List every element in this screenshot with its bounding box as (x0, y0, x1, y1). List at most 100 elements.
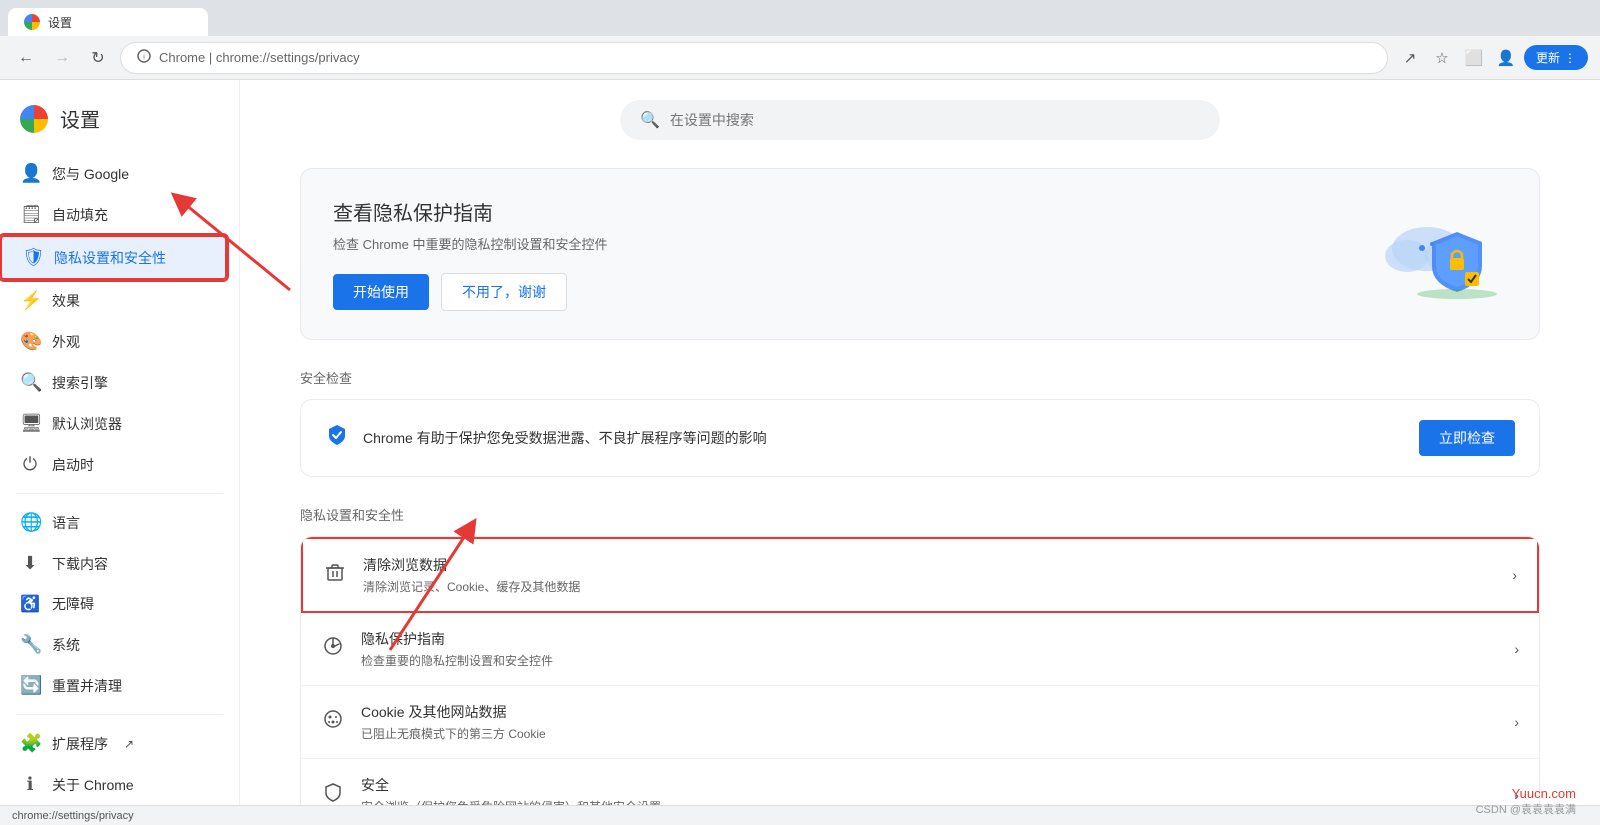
settings-item-privacy-guide[interactable]: 隐私保护指南 检查重要的隐私控制设置和安全控件 › (301, 613, 1539, 686)
sidebar-label-performance: 效果 (52, 291, 80, 311)
privacy-guide-text: 隐私保护指南 检查重要的隐私控制设置和安全控件 (361, 629, 1514, 669)
update-button[interactable]: 更新 ⋮ (1524, 45, 1588, 70)
reload-button[interactable]: ↻ (84, 44, 112, 72)
sidebar-item-accessibility[interactable]: ♿ 无障碍 (0, 584, 227, 624)
clear-data-desc: 清除浏览记录、Cookie、缓存及其他数据 (363, 578, 1512, 595)
sidebar-item-performance[interactable]: ⚡ 效果 (0, 280, 227, 321)
sidebar-divider-2 (16, 714, 223, 715)
sidebar-item-search[interactable]: 🔍 搜索引擎 (0, 362, 227, 403)
toolbar-actions: ↗ ☆ ⬜ 👤 更新 ⋮ (1396, 44, 1588, 72)
safety-check-section-title: 安全检查 (300, 368, 1540, 387)
sidebar-label-default-browser: 默认浏览器 (52, 414, 122, 434)
cookies-text: Cookie 及其他网站数据 已阻止无痕模式下的第三方 Cookie (361, 702, 1514, 742)
menu-dots: ⋮ (1564, 51, 1576, 65)
sidebar-divider (16, 493, 223, 494)
chrome-logo (20, 105, 48, 133)
sidebar-item-appearance[interactable]: 🎨 外观 (0, 321, 227, 362)
safety-card-left: Chrome 有助于保护您免受数据泄露、不良扩展程序等问题的影响 (325, 423, 767, 453)
search-engine-icon: 🔍 (20, 372, 40, 393)
sidebar-label-google: 您与 Google (52, 164, 129, 184)
sidebar-item-default-browser[interactable]: 🖥 默认浏览器 (0, 403, 227, 444)
trash-icon (323, 562, 347, 588)
settings-item-security[interactable]: 安全 安全浏览（保护您免受危险网站的侵害）和其他安全设置 › (301, 759, 1539, 805)
sidebar-title-area: 设置 (0, 96, 239, 153)
check-now-button[interactable]: 立即检查 (1419, 420, 1515, 456)
external-link-icon: ↗ (124, 737, 134, 751)
sidebar-label-startup: 启动时 (52, 455, 94, 475)
security-desc: 安全浏览（保护您免受危险网站的侵害）和其他安全设置 (361, 798, 1514, 805)
main-content: 设置 👤 您与 Google 🗒 自动填充 🛡 隐私设置和安全性 ⚡ 效果 🎨 … (0, 80, 1600, 805)
active-tab[interactable]: 设置 (8, 8, 208, 36)
guide-card-text: 查看隐私保护指南 检查 Chrome 中重要的隐私控制设置和安全控件 开始使用 … (333, 197, 607, 311)
svg-text:i: i (143, 54, 145, 61)
sidebar: 设置 👤 您与 Google 🗒 自动填充 🛡 隐私设置和安全性 ⚡ 效果 🎨 … (0, 80, 240, 805)
reset-icon: 🔄 (20, 675, 40, 696)
cookie-icon (321, 709, 345, 735)
sidebar-label-appearance: 外观 (52, 332, 80, 352)
privacy-guide-desc: 检查重要的隐私控制设置和安全控件 (361, 652, 1514, 669)
sidebar-item-startup[interactable]: ⏻ 启动时 (0, 444, 227, 485)
privacy-guide-icon (321, 636, 345, 662)
safety-description: Chrome 有助于保护您免受数据泄露、不良扩展程序等问题的影响 (363, 428, 767, 448)
browser-chrome: 设置 ← → ↻ i Chrome | chrome://settings/pr… (0, 0, 1600, 80)
sidebar-item-about[interactable]: ℹ 关于 Chrome (0, 764, 227, 805)
sidebar-item-autofill[interactable]: 🗒 自动填充 (0, 194, 227, 235)
sidebar-label-about: 关于 Chrome (52, 775, 134, 795)
privacy-section-label: 隐私设置和安全性 (300, 505, 1540, 524)
bookmark-button[interactable]: ☆ (1428, 44, 1456, 72)
sidebar-page-title: 设置 (60, 104, 100, 133)
update-label: 更新 (1536, 49, 1560, 66)
toolbar: ← → ↻ i Chrome | chrome://settings/priva… (0, 36, 1600, 80)
settings-list: 清除浏览数据 清除浏览记录、Cookie、缓存及其他数据 › 隐私保护指南 检查… (300, 536, 1540, 805)
appearance-icon: 🎨 (20, 331, 40, 352)
dismiss-button[interactable]: 不用了，谢谢 (441, 273, 567, 311)
chrome-favicon (24, 14, 40, 30)
search-icon: 🔍 (640, 110, 660, 130)
sidebar-item-language[interactable]: 🌐 语言 (0, 502, 227, 543)
safety-shield-icon (325, 423, 349, 453)
guide-card-buttons: 开始使用 不用了，谢谢 (333, 273, 607, 311)
security-title: 安全 (361, 775, 1514, 795)
address-site: Chrome | chrome://settings/privacy (159, 50, 360, 65)
cookies-desc: 已阻止无痕模式下的第三方 Cookie (361, 725, 1514, 742)
sidebar-item-google[interactable]: 👤 您与 Google (0, 153, 227, 194)
guide-card-description: 检查 Chrome 中重要的隐私控制设置和安全控件 (333, 234, 607, 253)
guide-card: 查看隐私保护指南 检查 Chrome 中重要的隐私控制设置和安全控件 开始使用 … (300, 168, 1540, 340)
arrow-icon-2: › (1514, 714, 1519, 730)
search-bar-container: 🔍 (300, 100, 1540, 140)
content-area: 🔍 查看隐私保护指南 检查 Chrome 中重要的隐私控制设置和安全控件 开始使… (240, 80, 1600, 805)
system-icon: 🔧 (20, 634, 40, 655)
sidebar-item-extensions[interactable]: 🧩 扩展程序 ↗ (0, 723, 227, 764)
extensions-button[interactable]: ⬜ (1460, 44, 1488, 72)
watermark: Yuucn.com (1512, 786, 1576, 801)
autofill-icon: 🗒 (20, 204, 40, 225)
guide-card-illustration (1367, 204, 1507, 304)
safety-card: Chrome 有助于保护您免受数据泄露、不良扩展程序等问题的影响 立即检查 (300, 399, 1540, 477)
sidebar-label-privacy: 隐私设置和安全性 (54, 248, 166, 268)
watermark2: CSDN @袁袁袁袁满 (1476, 801, 1576, 817)
cookies-title: Cookie 及其他网站数据 (361, 702, 1514, 722)
search-input[interactable] (670, 112, 1200, 128)
sidebar-item-privacy[interactable]: 🛡 隐私设置和安全性 (0, 235, 227, 280)
clear-data-text: 清除浏览数据 清除浏览记录、Cookie、缓存及其他数据 (363, 555, 1512, 595)
status-bar: chrome://settings/privacy (0, 805, 1600, 825)
search-bar[interactable]: 🔍 (620, 100, 1220, 140)
settings-item-cookies[interactable]: Cookie 及其他网站数据 已阻止无痕模式下的第三方 Cookie › (301, 686, 1539, 759)
startup-icon: ⏻ (20, 454, 40, 475)
sidebar-item-downloads[interactable]: ⬇ 下载内容 (0, 543, 227, 584)
sidebar-label-system: 系统 (52, 635, 80, 655)
cast-button[interactable]: ↗ (1396, 44, 1424, 72)
address-bar[interactable]: i Chrome | chrome://settings/privacy (120, 42, 1388, 74)
sidebar-item-reset[interactable]: 🔄 重置并清理 (0, 665, 227, 706)
forward-button[interactable]: → (48, 44, 76, 72)
settings-item-clear-data[interactable]: 清除浏览数据 清除浏览记录、Cookie、缓存及其他数据 › (301, 537, 1539, 613)
security-text: 安全 安全浏览（保护您免受危险网站的侵害）和其他安全设置 (361, 775, 1514, 805)
download-icon: ⬇ (20, 553, 40, 574)
extensions-icon: 🧩 (20, 733, 40, 754)
sidebar-item-system[interactable]: 🔧 系统 (0, 624, 227, 665)
start-button[interactable]: 开始使用 (333, 274, 429, 310)
lock-icon: i (137, 49, 151, 66)
back-button[interactable]: ← (12, 44, 40, 72)
profile-button[interactable]: 👤 (1492, 44, 1520, 72)
sidebar-label-search: 搜索引擎 (52, 373, 108, 393)
